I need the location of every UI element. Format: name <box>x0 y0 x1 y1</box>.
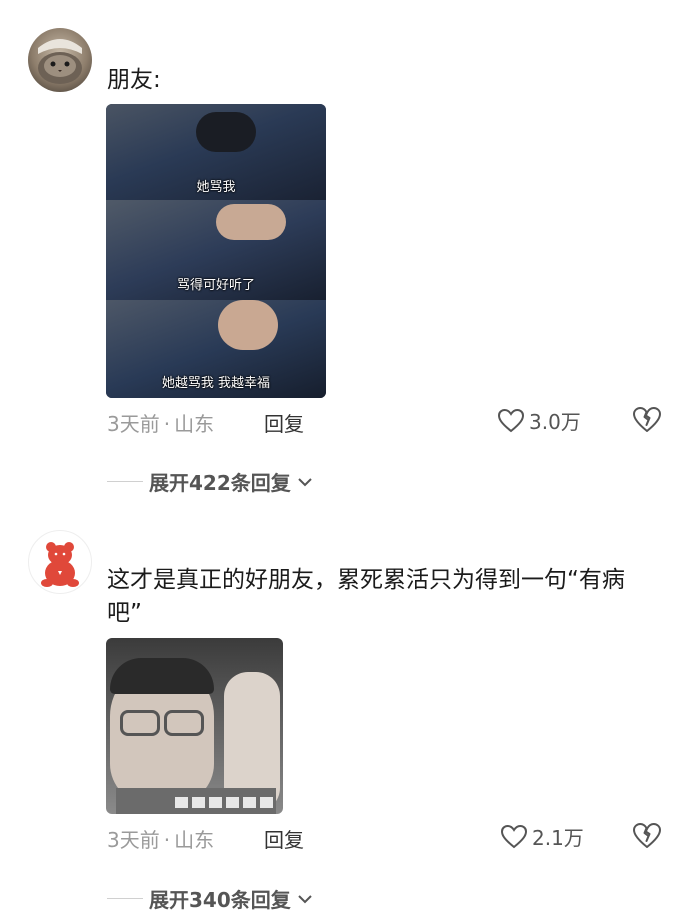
broken-heart-icon <box>633 407 661 432</box>
divider-line <box>107 481 143 482</box>
comment-text: 朋友: <box>107 67 161 93</box>
comment-location: 山东 <box>174 412 215 436</box>
comment-meta: 3天前 · 山东 <box>107 408 214 437</box>
meta-separator: · <box>163 828 171 852</box>
heart-outline-icon <box>497 408 525 432</box>
like-button[interactable]: 2.1万 <box>500 822 584 851</box>
chevron-down-icon <box>298 894 312 903</box>
chevron-down-icon <box>298 477 312 486</box>
comment-text: 这才是真正的好朋友，累死累活只为得到一句“有病吧” <box>107 567 625 626</box>
image-watermark <box>175 797 273 808</box>
meta-separator: · <box>163 412 171 436</box>
comment-time: 3天前 <box>107 828 160 852</box>
meme-caption-1: 她骂我 <box>196 180 236 195</box>
like-button[interactable]: 3.0万 <box>497 406 581 435</box>
cat-avatar-image <box>38 39 82 84</box>
divider-line <box>107 898 143 899</box>
comment-image-meme[interactable]: 她骂我 骂得可好听了 她越骂我 我越幸福 <box>106 104 326 398</box>
dislike-button[interactable] <box>632 822 662 854</box>
expand-replies-button[interactable]: 展开340条回复 <box>107 884 313 913</box>
comment-image-waving-man[interactable] <box>106 638 283 814</box>
broken-heart-icon <box>633 823 661 848</box>
meme-caption-3: 她越骂我 我越幸福 <box>161 376 271 391</box>
like-count: 2.1万 <box>532 826 584 850</box>
expand-replies-button[interactable]: 展开422条回复 <box>107 467 313 496</box>
bear-avatar-image <box>41 542 79 587</box>
comment-location: 山东 <box>174 828 215 852</box>
heart-outline-icon <box>500 824 528 848</box>
reply-button[interactable]: 回复 <box>264 408 304 437</box>
reply-button[interactable]: 回复 <box>264 824 304 853</box>
expand-replies-label: 展开422条回复 <box>149 471 291 495</box>
avatar-bear[interactable] <box>28 530 92 594</box>
dislike-button[interactable] <box>632 406 662 438</box>
like-count: 3.0万 <box>529 410 581 434</box>
comment-time: 3天前 <box>107 412 160 436</box>
meme-caption-2: 骂得可好听了 <box>176 278 255 293</box>
comment-meta: 3天前 · 山东 <box>107 824 214 853</box>
expand-replies-label: 展开340条回复 <box>149 888 291 912</box>
avatar-cat[interactable] <box>28 28 92 92</box>
